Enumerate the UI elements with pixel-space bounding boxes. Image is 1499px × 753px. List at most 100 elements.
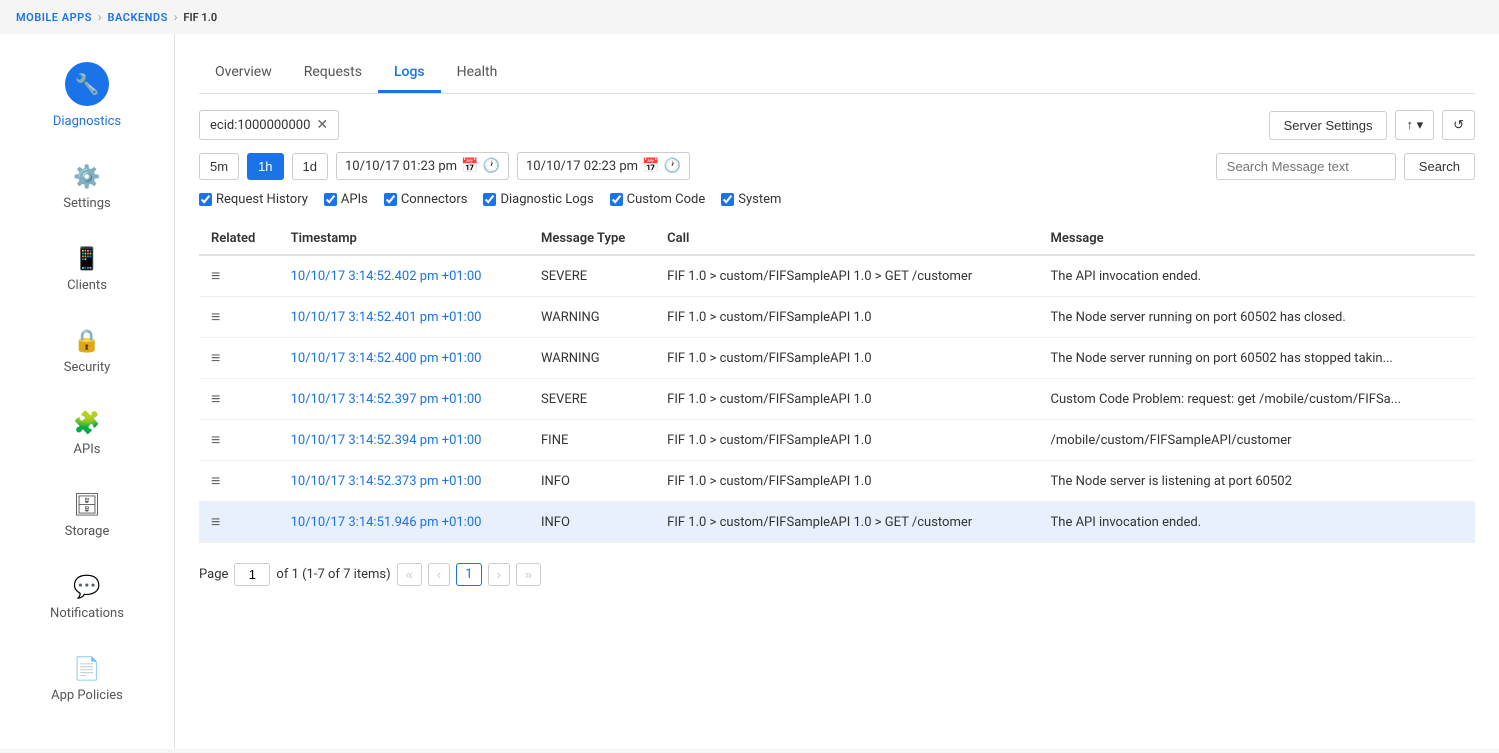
- checkbox-row: Request History APIs Connectors Diagnost…: [199, 192, 1475, 207]
- filter-tag: ecid:1000000000 ✕: [199, 110, 339, 140]
- clients-icon: 📱: [73, 247, 100, 272]
- related-icon[interactable]: ≡: [211, 266, 220, 285]
- page-input[interactable]: [234, 563, 270, 586]
- sidebar: 🔧 Diagnostics ⚙️ Settings 📱 Clients 🔒 Se…: [0, 34, 175, 749]
- cell-message: The Node server running on port 60502 ha…: [1039, 297, 1475, 338]
- page-prev-button[interactable]: ‹: [428, 563, 450, 586]
- filter-tag-close[interactable]: ✕: [316, 117, 328, 133]
- cell-call: FIF 1.0 > custom/FIFSampleAPI 1.0: [655, 379, 1038, 420]
- time-1d-button[interactable]: 1d: [292, 153, 328, 180]
- table-row[interactable]: ≡10/10/17 3:14:52.373 pm +01:00INFOFIF 1…: [199, 461, 1475, 502]
- sidebar-item-settings[interactable]: ⚙️ Settings: [0, 147, 174, 229]
- to-date-input[interactable]: 10/10/17 02:23 pm 📅 🕐: [517, 152, 690, 180]
- related-icon[interactable]: ≡: [211, 307, 220, 326]
- time-5m-button[interactable]: 5m: [199, 153, 239, 180]
- to-clock-icon[interactable]: 🕐: [664, 158, 681, 174]
- related-icon[interactable]: ≡: [211, 348, 220, 367]
- tab-overview[interactable]: Overview: [199, 54, 288, 93]
- sidebar-clients-label: Clients: [67, 278, 107, 293]
- server-settings-button[interactable]: Server Settings: [1269, 111, 1388, 140]
- timestamp-link[interactable]: 10/10/17 3:14:52.373 pm +01:00: [291, 474, 482, 489]
- refresh-button[interactable]: ↺: [1442, 110, 1475, 140]
- cell-message: The API invocation ended.: [1039, 502, 1475, 543]
- table-row[interactable]: ≡10/10/17 3:14:52.394 pm +01:00FINEFIF 1…: [199, 420, 1475, 461]
- sidebar-item-storage[interactable]: 🗄 Storage: [0, 475, 174, 557]
- cell-related[interactable]: ≡: [199, 255, 279, 297]
- cell-message: /mobile/custom/FIFSampleAPI/customer: [1039, 420, 1475, 461]
- table-row[interactable]: ≡10/10/17 3:14:51.946 pm +01:00INFOFIF 1…: [199, 502, 1475, 543]
- cell-related[interactable]: ≡: [199, 420, 279, 461]
- related-icon[interactable]: ≡: [211, 471, 220, 490]
- breadcrumb: MOBILE APPS › BACKENDS › FIF 1.0: [0, 0, 1499, 34]
- timestamp-link[interactable]: 10/10/17 3:14:52.400 pm +01:00: [291, 351, 482, 366]
- sidebar-item-security[interactable]: 🔒 Security: [0, 311, 174, 393]
- cell-call: FIF 1.0 > custom/FIFSampleAPI 1.0: [655, 461, 1038, 502]
- tabs: Overview Requests Logs Health: [199, 54, 1475, 94]
- checkbox-system[interactable]: System: [721, 192, 781, 207]
- cell-message: The Node server is listening at port 605…: [1039, 461, 1475, 502]
- col-call: Call: [655, 223, 1038, 255]
- checkbox-diagnostic-logs[interactable]: Diagnostic Logs: [483, 192, 593, 207]
- table-row[interactable]: ≡10/10/17 3:14:52.400 pm +01:00WARNINGFI…: [199, 338, 1475, 379]
- related-icon[interactable]: ≡: [211, 512, 220, 531]
- cell-message: The Node server running on port 60502 ha…: [1039, 338, 1475, 379]
- related-icon[interactable]: ≡: [211, 430, 220, 449]
- cell-message-type: WARNING: [529, 297, 655, 338]
- cell-related[interactable]: ≡: [199, 502, 279, 543]
- timestamp-link[interactable]: 10/10/17 3:14:52.397 pm +01:00: [291, 392, 482, 407]
- cell-related[interactable]: ≡: [199, 338, 279, 379]
- sort-order-button[interactable]: ↑ ▾: [1395, 110, 1434, 140]
- breadcrumb-sep1: ›: [98, 10, 102, 24]
- sidebar-item-app-policies[interactable]: 📄 App Policies: [0, 639, 174, 721]
- checkbox-custom-code[interactable]: Custom Code: [610, 192, 706, 207]
- cell-related[interactable]: ≡: [199, 379, 279, 420]
- page-last-button[interactable]: »: [516, 563, 541, 586]
- cell-timestamp: 10/10/17 3:14:52.400 pm +01:00: [279, 338, 529, 379]
- timestamp-link[interactable]: 10/10/17 3:14:52.402 pm +01:00: [291, 269, 482, 284]
- pagination: Page of 1 (1-7 of 7 items) « ‹ 1 › »: [199, 563, 1475, 586]
- from-date-input[interactable]: 10/10/17 01:23 pm 📅 🕐: [336, 152, 509, 180]
- breadcrumb-mobile-apps[interactable]: MOBILE APPS: [16, 11, 92, 24]
- cell-related[interactable]: ≡: [199, 297, 279, 338]
- timestamp-link[interactable]: 10/10/17 3:14:52.401 pm +01:00: [291, 310, 482, 325]
- search-message-input[interactable]: [1216, 153, 1396, 180]
- from-clock-icon[interactable]: 🕐: [483, 158, 500, 174]
- from-calendar-icon[interactable]: 📅: [461, 158, 478, 174]
- sidebar-item-clients[interactable]: 📱 Clients: [0, 229, 174, 311]
- to-calendar-icon[interactable]: 📅: [642, 158, 659, 174]
- cell-timestamp: 10/10/17 3:14:52.402 pm +01:00: [279, 255, 529, 297]
- breadcrumb-backends[interactable]: BACKENDS: [108, 11, 168, 24]
- search-message-button[interactable]: Search: [1404, 153, 1475, 180]
- cell-timestamp: 10/10/17 3:14:52.397 pm +01:00: [279, 379, 529, 420]
- cell-timestamp: 10/10/17 3:14:52.394 pm +01:00: [279, 420, 529, 461]
- checkbox-request-history[interactable]: Request History: [199, 192, 308, 207]
- page-next-button[interactable]: ›: [488, 563, 510, 586]
- checkbox-apis[interactable]: APIs: [324, 192, 368, 207]
- related-icon[interactable]: ≡: [211, 389, 220, 408]
- cell-timestamp: 10/10/17 3:14:52.373 pm +01:00: [279, 461, 529, 502]
- col-message: Message: [1039, 223, 1475, 255]
- sidebar-item-diagnostics[interactable]: 🔧 Diagnostics: [0, 44, 174, 147]
- sidebar-item-apis[interactable]: 🧩 APIs: [0, 393, 174, 475]
- breadcrumb-sep2: ›: [174, 10, 178, 24]
- filter-tag-text: ecid:1000000000: [210, 118, 310, 133]
- sidebar-item-notifications[interactable]: 💬 Notifications: [0, 557, 174, 639]
- timestamp-link[interactable]: 10/10/17 3:14:52.394 pm +01:00: [291, 433, 482, 448]
- table-row[interactable]: ≡10/10/17 3:14:52.397 pm +01:00SEVEREFIF…: [199, 379, 1475, 420]
- sidebar-item-label: Diagnostics: [53, 114, 121, 129]
- table-row[interactable]: ≡10/10/17 3:14:52.402 pm +01:00SEVEREFIF…: [199, 255, 1475, 297]
- sidebar-settings-label: Settings: [63, 196, 110, 211]
- tab-logs[interactable]: Logs: [378, 54, 441, 93]
- cell-related[interactable]: ≡: [199, 461, 279, 502]
- tab-health[interactable]: Health: [441, 54, 514, 93]
- tab-requests[interactable]: Requests: [288, 54, 378, 93]
- apis-icon: 🧩: [73, 411, 100, 436]
- page-first-button[interactable]: «: [397, 563, 422, 586]
- table-row[interactable]: ≡10/10/17 3:14:52.401 pm +01:00WARNINGFI…: [199, 297, 1475, 338]
- checkbox-connectors[interactable]: Connectors: [384, 192, 468, 207]
- time-1h-button[interactable]: 1h: [247, 153, 283, 180]
- diagnostics-icon: 🔧: [65, 62, 109, 106]
- timestamp-link[interactable]: 10/10/17 3:14:51.946 pm +01:00: [291, 515, 482, 530]
- cell-timestamp: 10/10/17 3:14:52.401 pm +01:00: [279, 297, 529, 338]
- time-bar: 5m 1h 1d 10/10/17 01:23 pm 📅 🕐 10/10/17 …: [199, 152, 1475, 180]
